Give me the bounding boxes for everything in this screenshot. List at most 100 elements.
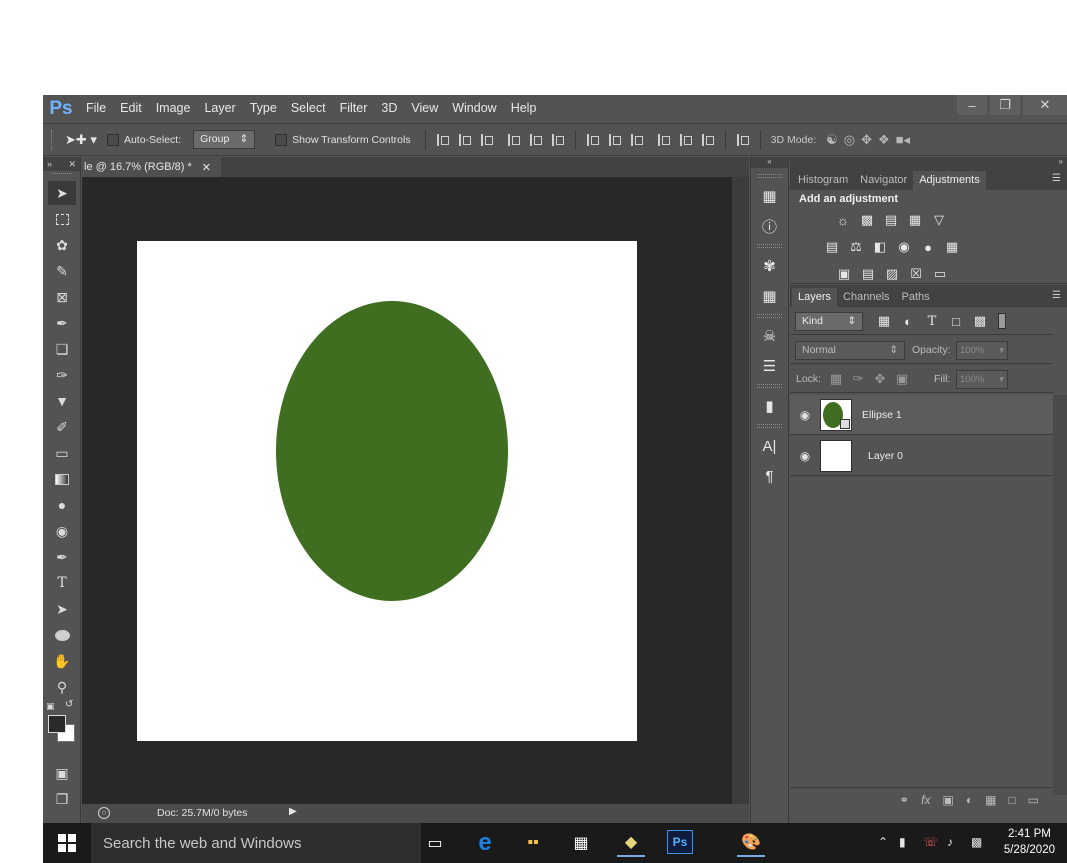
options-grip[interactable]: [51, 129, 57, 150]
tab-adjustments[interactable]: Adjustments: [913, 171, 986, 190]
tab-navigator[interactable]: Navigator: [854, 171, 913, 190]
auto-select-checkbox[interactable]: [106, 133, 119, 146]
invert-icon[interactable]: ▣: [836, 266, 852, 282]
close-icon[interactable]: ✕: [68, 159, 76, 170]
tab-layers[interactable]: Layers: [792, 288, 838, 307]
quick-mask-button[interactable]: ▣: [48, 761, 76, 785]
align-left-icon[interactable]: [507, 133, 520, 146]
tab-paths[interactable]: Paths: [896, 288, 936, 307]
task-view-button[interactable]: ▭: [421, 829, 449, 857]
document-canvas[interactable]: [137, 241, 637, 741]
blur-tool[interactable]: ●: [48, 493, 76, 517]
distribute-left-icon[interactable]: [657, 133, 670, 146]
document-tab[interactable]: le @ 16.7% (RGB/8) * ✕: [82, 157, 221, 177]
layer-name[interactable]: Layer 0: [868, 450, 903, 462]
show-transform-checkbox[interactable]: [275, 133, 288, 146]
app-button[interactable]: ◆: [617, 829, 645, 857]
menu-type[interactable]: Type: [243, 95, 284, 122]
align-top-icon[interactable]: [436, 133, 449, 146]
lock-all-icon[interactable]: ▣: [894, 371, 910, 387]
brush-panel-button[interactable]: ☠: [757, 324, 783, 348]
link-layers-icon[interactable]: ⚭: [899, 793, 909, 807]
gradient-map-icon[interactable]: ▭: [932, 266, 948, 282]
auto-align-icon[interactable]: [736, 133, 749, 146]
vertical-scrollbar[interactable]: [732, 177, 749, 804]
threshold-icon[interactable]: ▨: [884, 266, 900, 282]
3d-slide-icon[interactable]: ❖: [878, 132, 890, 148]
status-arrow-icon[interactable]: ▶: [289, 806, 297, 817]
new-group-icon[interactable]: ▦: [985, 793, 996, 807]
close-icon[interactable]: ✕: [202, 161, 211, 174]
color-panel-button[interactable]: ✾: [757, 254, 783, 278]
minimize-button[interactable]: –: [957, 95, 987, 115]
menu-view[interactable]: View: [404, 95, 445, 122]
vibrance-icon[interactable]: ▽: [931, 212, 947, 228]
paint-button[interactable]: 🎨: [737, 829, 765, 857]
lock-position-icon[interactable]: ✥: [872, 371, 888, 387]
color-lookup-icon[interactable]: ▦: [944, 239, 960, 255]
menu-edit[interactable]: Edit: [113, 95, 149, 122]
opacity-input[interactable]: 100% ▾: [956, 341, 1008, 360]
photoshop-taskbar-button[interactable]: Ps: [667, 830, 693, 854]
selective-color-icon[interactable]: ☒: [908, 266, 924, 282]
3d-scale-icon[interactable]: ■◂: [896, 132, 910, 148]
filter-type-icon[interactable]: T: [924, 313, 940, 329]
character-panel-button[interactable]: A|: [757, 434, 783, 458]
start-button[interactable]: [43, 823, 91, 863]
filter-shape-icon[interactable]: □: [948, 313, 964, 329]
close-button[interactable]: ✕: [1023, 95, 1067, 115]
layer-row[interactable]: ◉ Layer 0: [790, 436, 1053, 476]
marquee-tool[interactable]: [48, 207, 76, 231]
menu-3d[interactable]: 3D: [374, 95, 404, 122]
hue-saturation-icon[interactable]: ▤: [824, 239, 840, 255]
menu-layer[interactable]: Layer: [197, 95, 242, 122]
filter-kind-dropdown[interactable]: Kind ⇕: [795, 312, 863, 331]
ellipse-tool[interactable]: [48, 623, 76, 647]
collapse-icon[interactable]: »: [47, 159, 52, 169]
3d-pan-icon[interactable]: ✥: [861, 132, 872, 148]
paragraph-panel-button[interactable]: ¶: [757, 464, 783, 488]
trash-icon[interactable]: ▭: [1028, 793, 1039, 807]
eraser-tool[interactable]: ▭: [48, 441, 76, 465]
fill-input[interactable]: 100% ▾: [956, 370, 1008, 389]
foreground-color[interactable]: [48, 715, 66, 733]
notifications-icon[interactable]: ▩: [971, 835, 982, 849]
menu-file[interactable]: File: [79, 95, 113, 122]
distribute-top-icon[interactable]: [586, 133, 599, 146]
clone-source-button[interactable]: ▮: [757, 394, 783, 418]
gradient-tool[interactable]: [48, 467, 76, 491]
tab-histogram[interactable]: Histogram: [792, 171, 854, 190]
menu-image[interactable]: Image: [149, 95, 198, 122]
default-colors-icon[interactable]: ▣: [46, 701, 55, 712]
filter-toggle-icon[interactable]: [998, 313, 1006, 329]
brush-settings-button[interactable]: ☰: [757, 354, 783, 378]
auto-select-dropdown[interactable]: Group ⇕: [193, 130, 256, 149]
network-icon[interactable]: ☏: [923, 835, 938, 849]
ellipse-shape[interactable]: [276, 301, 508, 601]
channel-mixer-icon[interactable]: ●: [920, 239, 936, 255]
exposure-icon[interactable]: ▦: [907, 212, 923, 228]
eye-icon[interactable]: ◉: [790, 408, 820, 422]
add-mask-icon[interactable]: ▣: [942, 793, 953, 807]
brush-tool[interactable]: ✑: [48, 363, 76, 387]
distribute-hcenter-icon[interactable]: [679, 133, 692, 146]
new-layer-icon[interactable]: □: [1008, 793, 1015, 807]
status-menu-icon[interactable]: ○: [98, 807, 110, 819]
menu-window[interactable]: Window: [445, 95, 503, 122]
zoom-tool[interactable]: ⚲: [48, 675, 76, 699]
fx-icon[interactable]: fx: [921, 793, 930, 807]
screen-mode-button[interactable]: ❐: [48, 787, 76, 811]
layer-row[interactable]: ◉ Ellipse 1: [790, 395, 1053, 435]
menu-select[interactable]: Select: [284, 95, 333, 122]
canvas-area[interactable]: [82, 177, 749, 804]
store-button[interactable]: ▦: [567, 829, 595, 857]
align-hcenter-icon[interactable]: [529, 133, 542, 146]
hand-tool[interactable]: ✋: [48, 649, 76, 673]
quick-select-tool[interactable]: ✎: [48, 259, 76, 283]
restore-button[interactable]: ❐: [990, 95, 1020, 115]
path-select-tool[interactable]: ➤: [48, 597, 76, 621]
photo-filter-icon[interactable]: ◉: [896, 239, 912, 255]
panel-menu-icon[interactable]: ☰: [1052, 290, 1061, 301]
eye-icon[interactable]: ◉: [790, 449, 820, 463]
filter-smart-object-icon[interactable]: ▩: [972, 313, 988, 329]
